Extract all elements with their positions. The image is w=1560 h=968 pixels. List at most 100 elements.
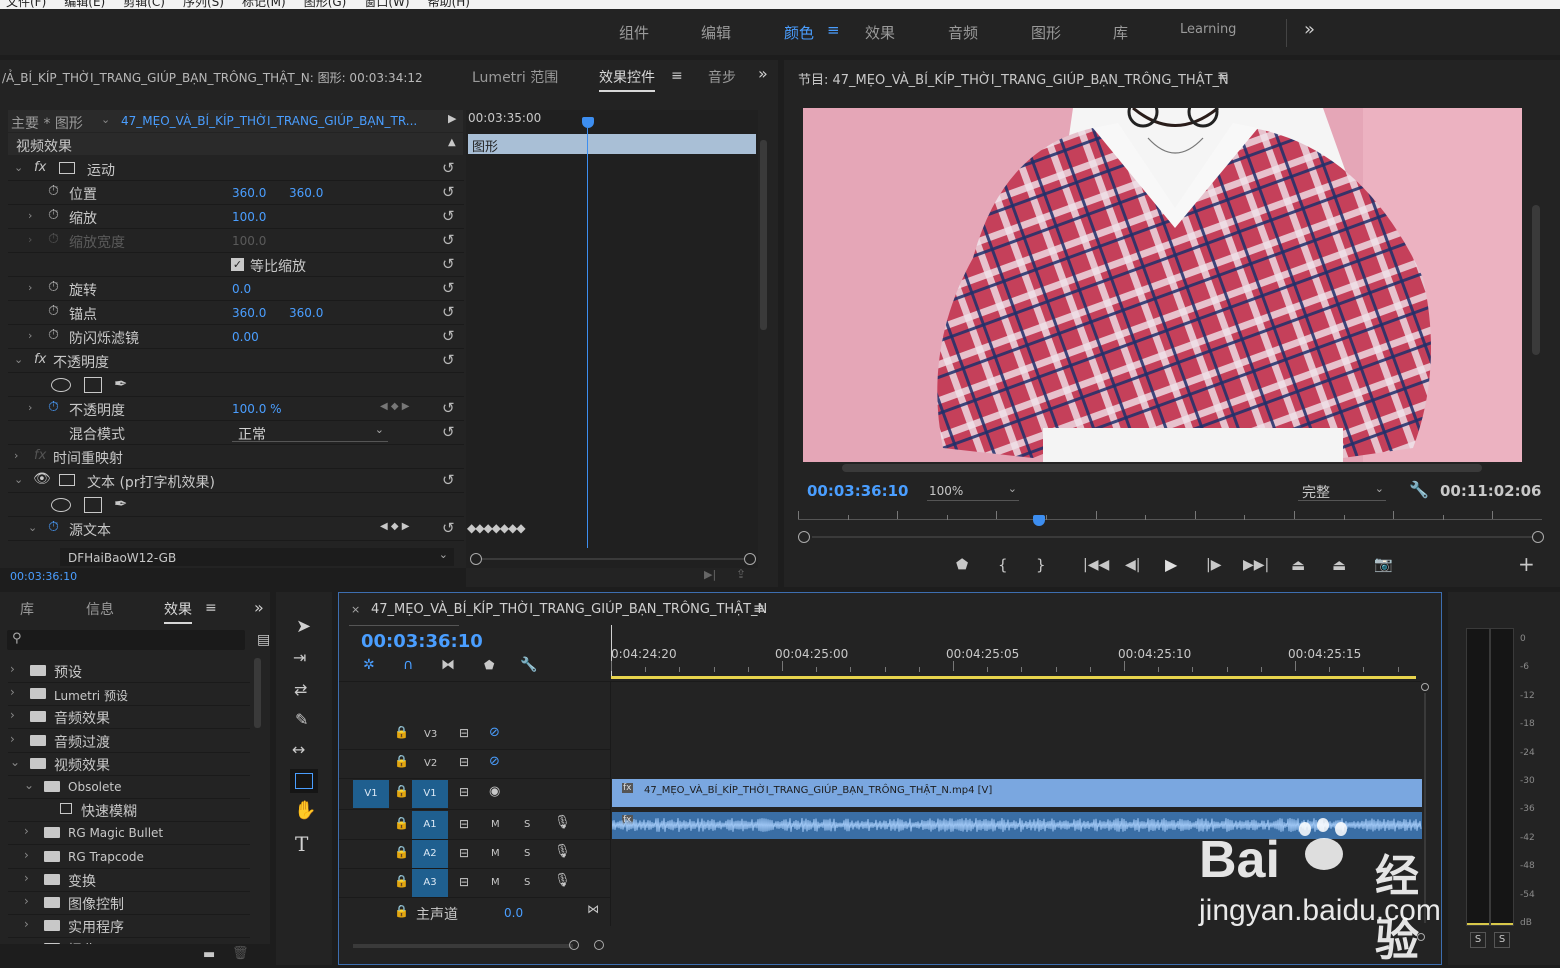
bowtie-icon[interactable]: ⋈ [587,902,599,916]
microphone-icon[interactable]: 🎙 [554,815,571,830]
chevron-right-icon[interactable]: › [10,732,15,746]
reset-icon[interactable]: ↺ [442,327,455,345]
workspace-tab[interactable]: 图形 [1031,22,1061,43]
eye-icon[interactable]: 👁 [33,471,51,487]
reset-icon[interactable]: ↺ [442,183,455,201]
menu-item[interactable]: 文件(F) [6,0,46,9]
effects-search-input[interactable]: ⚲ [7,630,245,650]
track-select-tool-icon[interactable]: ⇥ [293,648,306,667]
track-target-a2[interactable]: A2 [412,840,448,868]
chevron-right-icon[interactable]: › [24,848,29,862]
timeline-ruler[interactable]: 0:04:24:20 00:04:25:00 00:04:25:05 00:04:25… [611,625,1429,679]
reset-icon[interactable]: ↺ [442,399,455,417]
lock-icon[interactable]: 🔒 [394,904,409,918]
project-panel-tab[interactable]: 信息 [86,599,114,619]
chevron-right-icon[interactable]: › [28,209,32,222]
opacity-effect-row[interactable]: ⌄ fx 不透明度 ↺ [8,349,464,373]
stopwatch-icon[interactable]: ⏱ [48,279,59,295]
menu-item[interactable]: 编辑(E) [64,0,105,9]
sequence-tab-title[interactable]: 47_MẸO_VÀ_BÍ_KÍP_THỜI_TRANG_GIÚP_BẠN_TRÔ… [371,602,767,617]
effect-controls-timecode[interactable]: 00:03:36:10 [10,570,77,583]
go-to-in-icon[interactable]: |◀◀ [1083,557,1109,573]
stopwatch-icon[interactable]: ⏱ [48,303,59,319]
stopwatch-icon[interactable]: ⏱ [48,519,59,535]
effects-scrollbar[interactable] [254,658,261,728]
pen-mask-icon[interactable]: ✒ [114,374,127,393]
source-more-icon[interactable]: » [758,64,768,83]
program-current-time[interactable]: 00:03:36:10 [807,482,909,500]
master-track-value[interactable]: 0.0 [504,906,523,920]
lock-icon[interactable]: 🔒 [394,816,409,830]
workspace-tab[interactable]: 效果 [865,22,895,43]
effects-list-item[interactable]: › 图像控制 [8,892,250,915]
blend-mode-select[interactable]: 正常 ⌄ [232,423,388,443]
reset-icon[interactable]: ↺ [442,303,455,321]
keyframe-diamonds[interactable]: ◆◆◆◆◆◆◆ [467,521,526,535]
step-back-icon[interactable]: ◀| [1125,557,1140,573]
chevron-down-icon[interactable]: ⌄ [28,521,37,534]
workspace-tab[interactable]: 音频 [948,22,978,43]
mute-button[interactable]: M [491,877,500,888]
add-marker-icon[interactable]: ⬟ [484,658,494,672]
sync-lock-icon[interactable]: ⊟ [459,875,469,889]
effects-list-item[interactable]: ⌄ Obsolete [8,776,250,799]
chevron-down-icon[interactable]: ⌄ [101,113,110,126]
ellipse-mask-icon[interactable] [51,378,71,392]
export-icon[interactable]: ⇪ [736,567,746,581]
go-to-out-icon[interactable]: ▶▶| [1243,557,1269,573]
extract-icon[interactable]: ⏏ [1332,556,1346,574]
track-target-a3[interactable]: A3 [412,869,448,897]
ripple-edit-tool-icon[interactable]: ⇄ [294,680,307,699]
reset-icon[interactable]: ↺ [442,159,455,177]
rectangle-mask-icon[interactable] [84,377,102,393]
anchor-x-value[interactable]: 360.0 [232,306,266,320]
program-time-ruler[interactable] [798,508,1544,544]
zoom-select[interactable]: 100% ⌄ [927,482,1019,501]
slip-tool-icon[interactable]: ↔ [292,740,305,759]
effects-list-item[interactable]: 快速模糊 [8,799,250,823]
panel-more-icon[interactable]: » [254,598,264,617]
source-panel-tab[interactable]: Lumetri 范围 [472,67,558,87]
chevron-right-icon[interactable]: › [24,824,29,838]
panel-menu-icon[interactable]: ≡ [1217,68,1229,84]
reset-icon[interactable]: ↺ [442,519,455,537]
transform-icon[interactable] [59,162,75,174]
workspace-tab[interactable]: Learning [1180,22,1236,37]
eye-hidden-icon[interactable]: ⊘ [489,725,500,740]
effects-list-item[interactable]: › 预设 [8,660,250,683]
wrench-icon[interactable]: 🔧 [1409,480,1429,499]
reset-icon[interactable]: ↺ [442,255,455,273]
opacity-value[interactable]: 100.0 % [232,402,282,416]
mini-clip-bar[interactable]: 图形 [468,134,756,155]
monitor-scrollbar[interactable] [842,464,1482,472]
effects-list-item[interactable]: › 变换 [8,869,250,892]
text-effect-row[interactable]: ⌄ 👁 文本 (pr打字机效果) ↺ [8,469,464,493]
rectangle-mask-icon[interactable] [84,497,102,513]
new-folder-icon[interactable]: ▬ [203,947,215,962]
chevron-down-icon[interactable]: ⌄ [10,755,20,769]
position-y-value[interactable]: 360.0 [289,186,323,200]
menu-item[interactable]: 剪辑(C) [123,0,165,9]
menu-item[interactable]: 标记(M) [242,0,286,9]
lock-icon[interactable]: 🔒 [394,874,409,888]
sync-lock-icon[interactable]: ⊟ [459,846,469,860]
stopwatch-icon[interactable]: ⏱ [48,399,59,415]
snap-icon[interactable]: ✲ [363,657,375,673]
timeline-zoom-bar[interactable] [353,933,1425,953]
menu-item[interactable]: 帮助(H) [428,0,470,9]
eye-hidden-icon[interactable]: ⊘ [489,754,500,769]
menu-item[interactable]: 序列(S) [183,0,224,9]
uniform-scale-checkbox[interactable]: ✓ [231,258,244,271]
workspace-tab[interactable]: 组件 [619,22,649,43]
chevron-right-icon[interactable]: › [10,662,15,676]
reset-icon[interactable]: ↺ [442,351,455,369]
menu-item[interactable]: 图形(G) [304,0,347,9]
timeline-vscroll[interactable] [1421,683,1429,937]
effects-list-item[interactable]: ⌄ 视频效果 [8,753,250,776]
work-area-bar[interactable] [611,676,1416,679]
pen-mask-icon[interactable]: ✒ [114,494,127,513]
fx-icon[interactable]: fx [34,160,46,175]
microphone-icon[interactable]: 🎙 [554,873,571,888]
project-panel-tab[interactable]: 效果 [164,599,192,624]
chevron-right-icon[interactable]: › [14,449,18,462]
